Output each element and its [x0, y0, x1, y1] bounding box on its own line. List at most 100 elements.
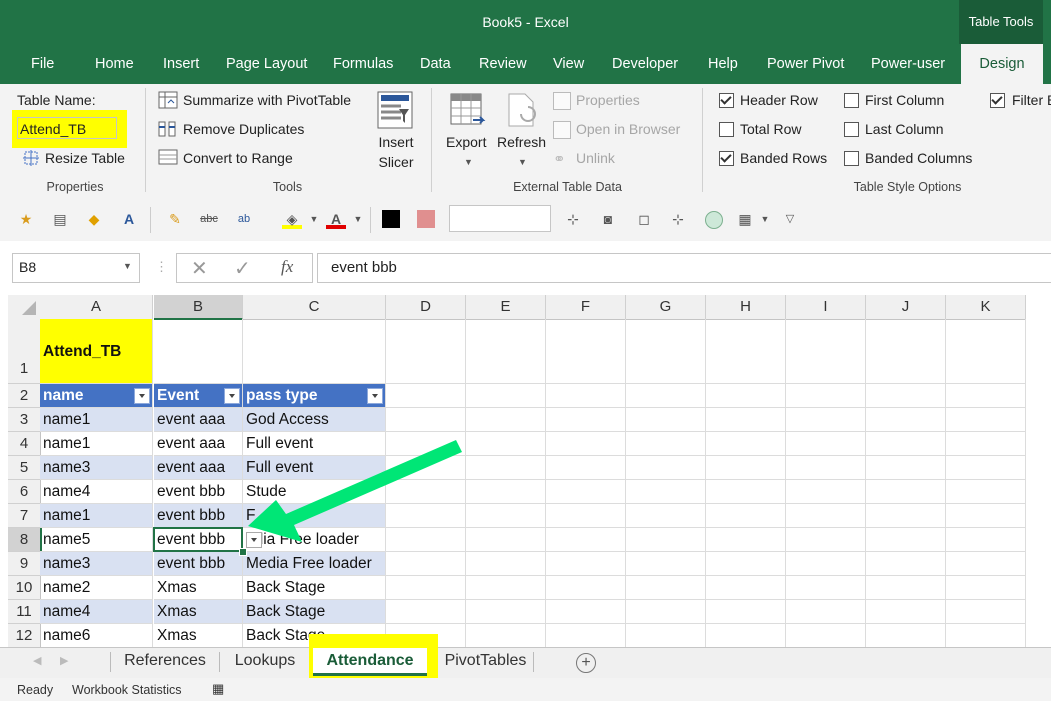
sheet-tab-attendance[interactable]: Attendance	[313, 648, 427, 676]
export-button[interactable]: Export	[446, 134, 486, 150]
cell-f9[interactable]	[546, 552, 626, 576]
cell-g9[interactable]	[626, 552, 706, 576]
comment-icon[interactable]: ◻	[634, 209, 654, 229]
convert-to-range-button[interactable]: Convert to Range	[183, 150, 293, 166]
cell-k11[interactable]	[946, 600, 1026, 624]
warning-icon[interactable]: ◆	[84, 209, 104, 229]
cell-g1[interactable]	[626, 319, 706, 384]
cell-c1[interactable]	[243, 319, 386, 384]
document-icon[interactable]: ▤	[50, 209, 70, 229]
tab-power-pivot[interactable]: Power Pivot	[767, 44, 844, 84]
cell-e10[interactable]	[466, 576, 546, 600]
cell-e11[interactable]	[466, 600, 546, 624]
cell-h11[interactable]	[706, 600, 786, 624]
cell-h12[interactable]	[706, 624, 786, 648]
fill-color-icon[interactable]: ◈	[282, 209, 302, 229]
unlink-button[interactable]: Unlink	[576, 150, 615, 166]
tab-file[interactable]: File	[31, 44, 54, 84]
export-dropdown-icon[interactable]: ▼	[464, 157, 473, 167]
table-cell[interactable]: Back Stage	[243, 600, 386, 624]
table-cell[interactable]: name1	[40, 432, 153, 456]
filter-dropdown-icon[interactable]	[224, 388, 240, 404]
row-header-2[interactable]: 2	[8, 384, 41, 408]
cell-i10[interactable]	[786, 576, 866, 600]
fill-handle[interactable]	[239, 548, 247, 556]
cell-g2[interactable]	[626, 384, 706, 408]
cell-g11[interactable]	[626, 600, 706, 624]
cell-i11[interactable]	[786, 600, 866, 624]
replace-text-icon[interactable]: ab	[234, 209, 254, 229]
cell-k12[interactable]	[946, 624, 1026, 648]
table-cell[interactable]: name1	[40, 408, 153, 432]
cell-f11[interactable]	[546, 600, 626, 624]
table-cell[interactable]: Media Free loader	[243, 552, 386, 576]
cell-h9[interactable]	[706, 552, 786, 576]
cell-k7[interactable]	[946, 504, 1026, 528]
column-header-k[interactable]: K	[946, 295, 1026, 320]
tab-insert[interactable]: Insert	[163, 44, 199, 84]
cell-f2[interactable]	[546, 384, 626, 408]
cell-e12[interactable]	[466, 624, 546, 648]
cell-j11[interactable]	[866, 600, 946, 624]
cell-k1[interactable]	[946, 319, 1026, 384]
cell-f7[interactable]	[546, 504, 626, 528]
cell-i1[interactable]	[786, 319, 866, 384]
cell-i2[interactable]	[786, 384, 866, 408]
cell-g7[interactable]	[626, 504, 706, 528]
tab-help[interactable]: Help	[708, 44, 738, 84]
refresh-icon[interactable]	[505, 92, 543, 132]
worksheet-grid[interactable]: ABCDEFGHIJK 1 2 3 4 5 6 7 8 9 10 11 12 Attend_TB nam…	[8, 295, 1051, 648]
cell-h4[interactable]	[706, 432, 786, 456]
cell-e5[interactable]	[466, 456, 546, 480]
cell-g10[interactable]	[626, 576, 706, 600]
table-cell[interactable]: Xmas	[154, 600, 243, 624]
cell-e8[interactable]	[466, 528, 546, 552]
first-column-checkbox[interactable]	[844, 93, 859, 108]
column-header-d[interactable]: D	[386, 295, 466, 320]
cell-j9[interactable]	[866, 552, 946, 576]
cell-d1[interactable]	[386, 319, 466, 384]
refresh-button[interactable]: Refresh	[497, 134, 546, 150]
name-box[interactable]: B8 ▼	[12, 253, 140, 283]
cell-h8[interactable]	[706, 528, 786, 552]
summarize-pivottable-button[interactable]: Summarize with PivotTable	[183, 92, 351, 108]
cell-f10[interactable]	[546, 576, 626, 600]
cell-i3[interactable]	[786, 408, 866, 432]
table-cell[interactable]: Xmas	[154, 576, 243, 600]
column-header-f[interactable]: F	[546, 295, 626, 320]
cell-k4[interactable]	[946, 432, 1026, 456]
tab-page-layout[interactable]: Page Layout	[226, 44, 307, 84]
org-chart-icon[interactable]: ⊹	[668, 209, 688, 229]
table-cell[interactable]: event aaa	[154, 408, 243, 432]
cell-i5[interactable]	[786, 456, 866, 480]
font-color-icon[interactable]: A	[326, 209, 346, 229]
insert-slicer-label-2[interactable]: Slicer	[377, 154, 415, 170]
cell-h7[interactable]	[706, 504, 786, 528]
cell-k3[interactable]	[946, 408, 1026, 432]
row-header-6[interactable]: 6	[8, 480, 41, 504]
resize-table-button[interactable]: Resize Table	[45, 150, 125, 166]
layout-dropdown-icon[interactable]: ▼	[755, 209, 775, 229]
cell-k2[interactable]	[946, 384, 1026, 408]
cell-g12[interactable]	[626, 624, 706, 648]
enter-icon[interactable]: ✓	[234, 256, 251, 281]
column-header-e[interactable]: E	[466, 295, 546, 320]
cell-j3[interactable]	[866, 408, 946, 432]
row-header-10[interactable]: 10	[8, 576, 41, 600]
cell-d2[interactable]	[386, 384, 466, 408]
row-header-7[interactable]: 7	[8, 504, 41, 528]
column-header-b[interactable]: B	[154, 295, 243, 320]
cell-b1[interactable]	[154, 319, 243, 384]
tab-design[interactable]: Design	[961, 44, 1043, 84]
fill-color-dropdown-icon[interactable]: ▼	[304, 209, 324, 229]
table-header-pass-type[interactable]: pass type	[243, 384, 386, 408]
insert-slicer-label-1[interactable]: Insert	[377, 134, 415, 150]
pink-swatch-icon[interactable]	[417, 210, 435, 228]
add-sheet-icon[interactable]: +	[576, 653, 596, 673]
tab-formulas[interactable]: Formulas	[333, 44, 393, 84]
table-cell[interactable]: name2	[40, 576, 153, 600]
workbook-statistics-button[interactable]: Workbook Statistics	[72, 683, 182, 697]
formula-input[interactable]: event bbb	[317, 253, 1051, 283]
table-cell[interactable]: Back Stage	[243, 576, 386, 600]
scroll-right-icon[interactable]: ▶	[60, 654, 68, 667]
